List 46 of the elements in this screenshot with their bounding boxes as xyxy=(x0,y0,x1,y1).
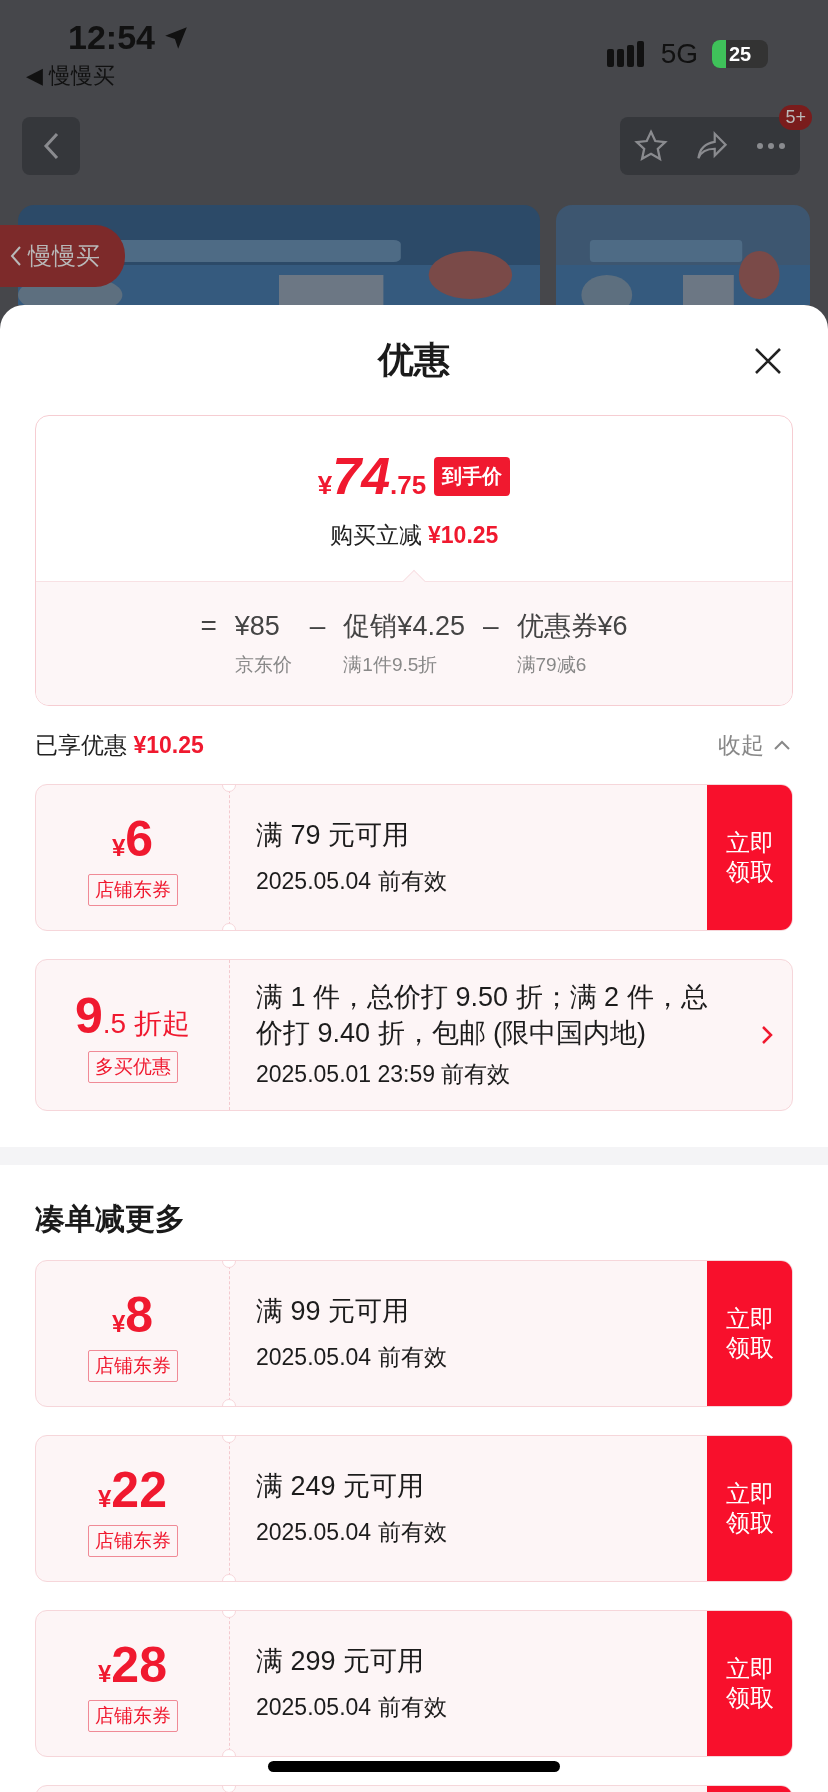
discount-amount: 9.5 折起 xyxy=(75,987,190,1045)
sheet-title: 优惠 xyxy=(378,337,450,382)
coupon-tag: 店铺东券 xyxy=(87,1699,178,1732)
enjoyed-discount: 已享优惠 ¥10.25 xyxy=(35,730,204,760)
coupon-expiry: 2025.05.04 前有效 xyxy=(256,1342,448,1372)
operator-sign: – xyxy=(482,609,499,642)
operator-sign: = xyxy=(200,609,217,642)
section-title: 凑单减更多 xyxy=(34,1201,186,1237)
status-time: 12:54 xyxy=(68,18,155,57)
final-price: ¥74.75 xyxy=(317,446,427,506)
network-label: 5G xyxy=(660,38,698,70)
price-tag: 到手价 xyxy=(434,456,511,496)
coupon-condition: 满 79 元可用 xyxy=(256,819,411,853)
claim-button[interactable]: 立即领取 xyxy=(707,1261,792,1406)
claim-button[interactable]: 立即领取 xyxy=(707,1611,792,1756)
coupon-condition: 满 99 元可用 xyxy=(256,1295,411,1329)
app-tag-label: 慢慢买 xyxy=(28,241,100,271)
coupon-tag: 多买优惠 xyxy=(87,1051,178,1083)
collapse-toggle[interactable]: 收起 xyxy=(718,729,790,761)
claim-button[interactable]: 立即领取 xyxy=(707,1436,792,1581)
breakdown-value: 促销¥4.25 xyxy=(343,609,465,642)
coupon-tag: 店铺东券 xyxy=(87,1524,178,1557)
battery-icon: 25 xyxy=(712,40,768,68)
coupon-condition: 满 1 件，总价打 9.50 折；满 2 件，总价打 9.40 折，包邮 (限中国内地) xyxy=(256,981,709,1050)
claim-button[interactable]: 立即领取 xyxy=(707,785,792,930)
coupon-expiry: 2025.05.04 前有效 xyxy=(256,1517,448,1547)
breakdown-value: ¥85 xyxy=(234,609,281,642)
coupon-amount: ¥6 xyxy=(111,809,154,868)
saving-text: 购买立减 ¥10.25 xyxy=(329,521,499,550)
coupon-amount: ¥28 xyxy=(98,1635,167,1694)
coupon-tag: 店铺东券 xyxy=(87,873,178,906)
floating-app-tag[interactable]: 慢慢买 xyxy=(0,225,125,287)
coupon-expiry: 2025.05.04 前有效 xyxy=(256,1692,448,1722)
coupon-condition: 满 299 元可用 xyxy=(256,1645,426,1679)
coupon-expiry: 2025.05.04 前有效 xyxy=(256,866,448,896)
breakdown-value: 优惠券¥6 xyxy=(516,609,628,642)
operator-sign: – xyxy=(309,609,326,642)
breakdown-note: 满1件9.5折 xyxy=(343,652,439,677)
coupon-expiry: 2025.05.01 23:59 前有效 xyxy=(256,1059,512,1089)
coupon-amount: ¥22 xyxy=(98,1460,167,1519)
coupon-condition: 满 249 元可用 xyxy=(256,1470,426,1504)
notification-badge: 5+ xyxy=(779,105,812,130)
breakdown-note: 京东价 xyxy=(234,652,292,677)
coupon-tag: 店铺东券 xyxy=(87,1349,178,1382)
coupon-amount: ¥8 xyxy=(111,1285,154,1344)
breakdown-note: 满79减6 xyxy=(516,652,588,677)
